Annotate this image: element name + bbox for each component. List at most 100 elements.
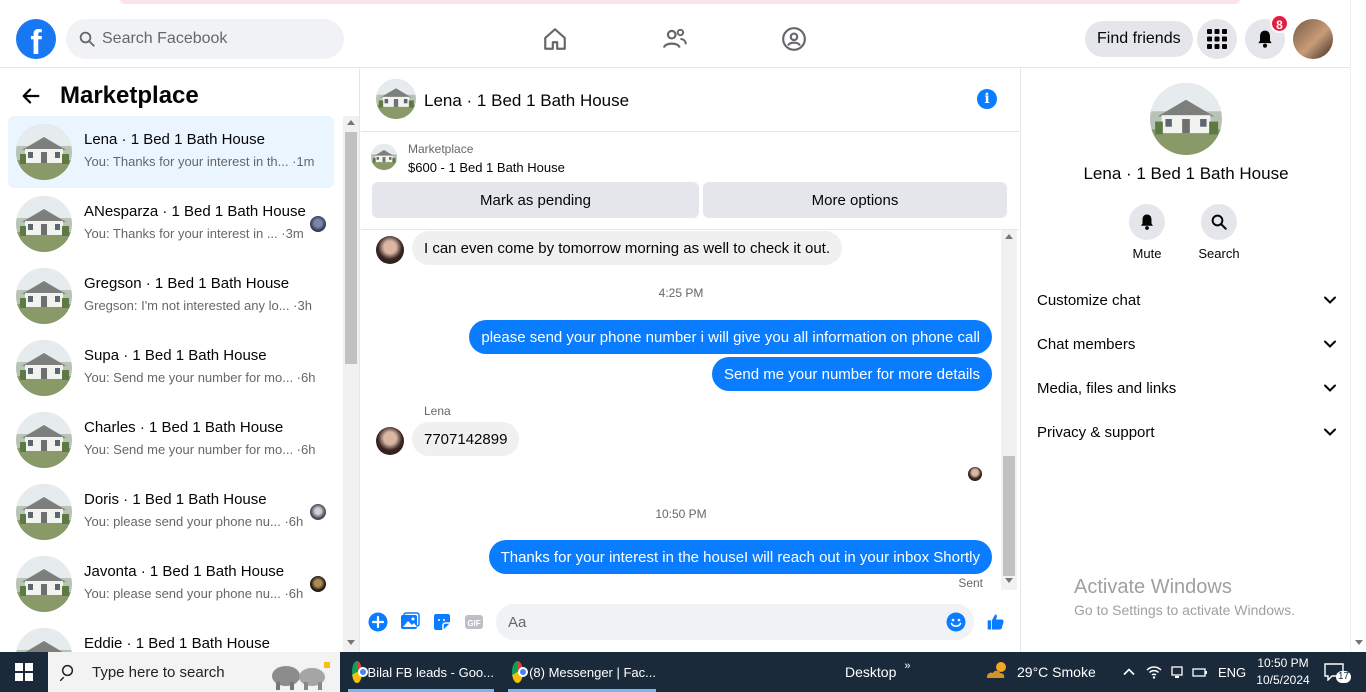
notification-center-button[interactable]: 17	[1324, 652, 1352, 692]
read-receipt-avatar	[310, 504, 326, 520]
taskbar-app-chrome-leads[interactable]: Bilal FB leads - Goo...	[348, 652, 494, 692]
language-indicator[interactable]: ENG	[1218, 665, 1246, 680]
conversation-item-anesparza[interactable]: ANesparza · 1 Bed 1 Bath House You: Than…	[8, 188, 334, 260]
conversation-item-gregson[interactable]: Gregson · 1 Bed 1 Bath House Gregson: I'…	[8, 260, 334, 332]
house-thumbnail	[16, 268, 72, 324]
incoming-message: I can even come by tomorrow morning as w…	[412, 231, 843, 265]
chat-scrollbar-thumb[interactable]	[1003, 456, 1015, 576]
battery-icon[interactable]	[1192, 665, 1208, 679]
conversation-item-lena[interactable]: Lena · 1 Bed 1 Bath House You: Thanks fo…	[8, 116, 334, 188]
scroll-down-arrow-icon[interactable]	[1355, 640, 1363, 645]
home-icon[interactable]	[540, 24, 570, 54]
info-icon[interactable]: i	[977, 89, 997, 109]
facebook-search-box[interactable]	[66, 19, 344, 59]
more-options-button[interactable]: More options	[703, 182, 1007, 218]
friends-icon[interactable]	[660, 24, 690, 54]
message-input[interactable]	[496, 604, 974, 640]
search-icon	[1211, 214, 1227, 230]
bell-icon	[1258, 30, 1272, 48]
chat-header: Lena · 1 Bed 1 Bath House i	[361, 68, 1019, 132]
chevron-down-icon	[1324, 340, 1336, 348]
network-icon[interactable]	[1170, 665, 1184, 679]
conversation-item-doris[interactable]: Doris · 1 Bed 1 Bath House You: please s…	[8, 476, 334, 548]
listing-price: $600 - 1 Bed 1 Bath House	[408, 160, 565, 175]
gif-icon[interactable]: GIF	[464, 612, 484, 632]
conversation-item-supa[interactable]: Supa · 1 Bed 1 Bath House You: Send me y…	[8, 332, 334, 404]
browser-tab-strip-edge	[120, 0, 1240, 4]
chevron-double-right-icon: »	[904, 660, 911, 672]
conversation-item-charles[interactable]: Charles · 1 Bed 1 Bath House You: Send m…	[8, 404, 334, 476]
groups-icon[interactable]	[779, 24, 809, 54]
system-tray-icons[interactable]: ENG	[1122, 652, 1246, 692]
facebook-logo[interactable]: f	[16, 19, 56, 59]
section-label: Chat members	[1037, 335, 1136, 353]
search-input[interactable]	[102, 30, 322, 48]
conversation-snippet: You: Send me your number for mo... ·6h	[84, 370, 316, 385]
desktop-label: Desktop	[845, 664, 897, 680]
wifi-icon[interactable]	[1146, 665, 1162, 679]
taskbar-search-placeholder: Type here to search	[92, 663, 225, 681]
scroll-down-arrow-icon[interactable]	[1005, 578, 1013, 583]
outgoing-message: Thanks for your interest in the houseI w…	[488, 540, 992, 574]
conversation-snippet: You: please send your phone nu... ·6h	[84, 586, 304, 601]
photo-icon[interactable]	[400, 612, 420, 632]
sidebar-scrollbar[interactable]	[343, 116, 359, 652]
message-list: I can even come by tomorrow morning as w…	[361, 230, 1001, 590]
desktop-toolbar[interactable]: Desktop »	[845, 652, 910, 692]
scroll-up-arrow-icon[interactable]	[1005, 234, 1013, 239]
taskbar-search-box[interactable]: Type here to search	[48, 652, 340, 692]
details-avatar[interactable]	[1150, 83, 1222, 155]
start-button[interactable]	[0, 652, 48, 692]
taskbar-app-label: Bilal FB leads - Goo...	[367, 664, 494, 680]
find-friends-button[interactable]: Find friends	[1085, 21, 1193, 57]
timestamp: 10:50 PM	[655, 507, 707, 521]
weather-widget[interactable]: 29°C Smoke	[985, 652, 1096, 692]
weather-icon	[987, 662, 1006, 678]
scroll-down-arrow-icon[interactable]	[347, 640, 355, 645]
clock-date: 10/5/2024	[1256, 673, 1310, 687]
thumbs-up-icon[interactable]	[986, 612, 1006, 632]
menu-grid-button[interactable]	[1197, 19, 1237, 59]
chat-avatar[interactable]	[376, 79, 416, 119]
listing-source: Marketplace	[408, 142, 474, 156]
chat-title[interactable]: Lena · 1 Bed 1 Bath House	[424, 91, 629, 111]
conversation-name: Supa · 1 Bed 1 Bath House	[84, 347, 267, 364]
mute-button[interactable]: Mute	[1117, 204, 1177, 261]
weather-text: 29°C Smoke	[1017, 664, 1096, 680]
plus-icon[interactable]	[368, 612, 388, 632]
message-composer: GIF	[361, 602, 1019, 642]
sender-avatar	[376, 427, 404, 455]
chat-scrollbar[interactable]	[1001, 230, 1017, 590]
conversation-name: Lena · 1 Bed 1 Bath House	[84, 131, 265, 148]
sidebar-scrollbar-thumb[interactable]	[345, 132, 357, 364]
watermark-title: Activate Windows	[1074, 576, 1232, 598]
media-files-links-section[interactable]: Media, files and links	[1037, 366, 1337, 410]
sticker-icon[interactable]	[432, 612, 452, 632]
back-arrow-icon[interactable]	[20, 85, 42, 107]
marketplace-conversations-sidebar: Marketplace Lena · 1 Bed 1 Bath House Yo…	[0, 68, 360, 652]
section-label: Customize chat	[1037, 291, 1141, 309]
conversation-snippet: You: Thanks for your interest in th... ·…	[84, 154, 315, 169]
chevron-down-icon	[1324, 296, 1336, 304]
taskbar-app-chrome-messenger[interactable]: (8) Messenger | Fac...	[508, 652, 656, 692]
conversation-snippet: You: please send your phone nu... ·6h	[84, 514, 304, 529]
taskbar-clock[interactable]: 10:50 PM 10/5/2024	[1248, 655, 1318, 689]
conversation-name: Javonta · 1 Bed 1 Bath House	[84, 563, 285, 580]
seen-avatar	[968, 467, 982, 481]
mark-as-pending-button[interactable]: Mark as pending	[372, 182, 699, 218]
conversation-item-javonta[interactable]: Javonta · 1 Bed 1 Bath House You: please…	[8, 548, 334, 620]
profile-avatar[interactable]	[1293, 19, 1333, 59]
customize-chat-section[interactable]: Customize chat	[1037, 278, 1337, 322]
page-scrollbar[interactable]	[1350, 0, 1366, 652]
search-in-chat-button[interactable]: Search	[1189, 204, 1249, 261]
chat-members-section[interactable]: Chat members	[1037, 322, 1337, 366]
chevron-up-icon[interactable]	[1122, 665, 1136, 679]
conversation-item-eddie[interactable]: Eddie · 1 Bed 1 Bath House	[8, 620, 334, 652]
privacy-support-section[interactable]: Privacy & support	[1037, 410, 1337, 454]
chevron-down-icon	[1324, 384, 1336, 392]
scroll-up-arrow-icon[interactable]	[347, 120, 355, 125]
chrome-icon	[352, 661, 368, 683]
emoji-icon[interactable]	[946, 612, 966, 632]
conversation-snippet: You: Send me your number for mo... ·6h	[84, 442, 316, 457]
read-receipt-avatar	[310, 576, 326, 592]
